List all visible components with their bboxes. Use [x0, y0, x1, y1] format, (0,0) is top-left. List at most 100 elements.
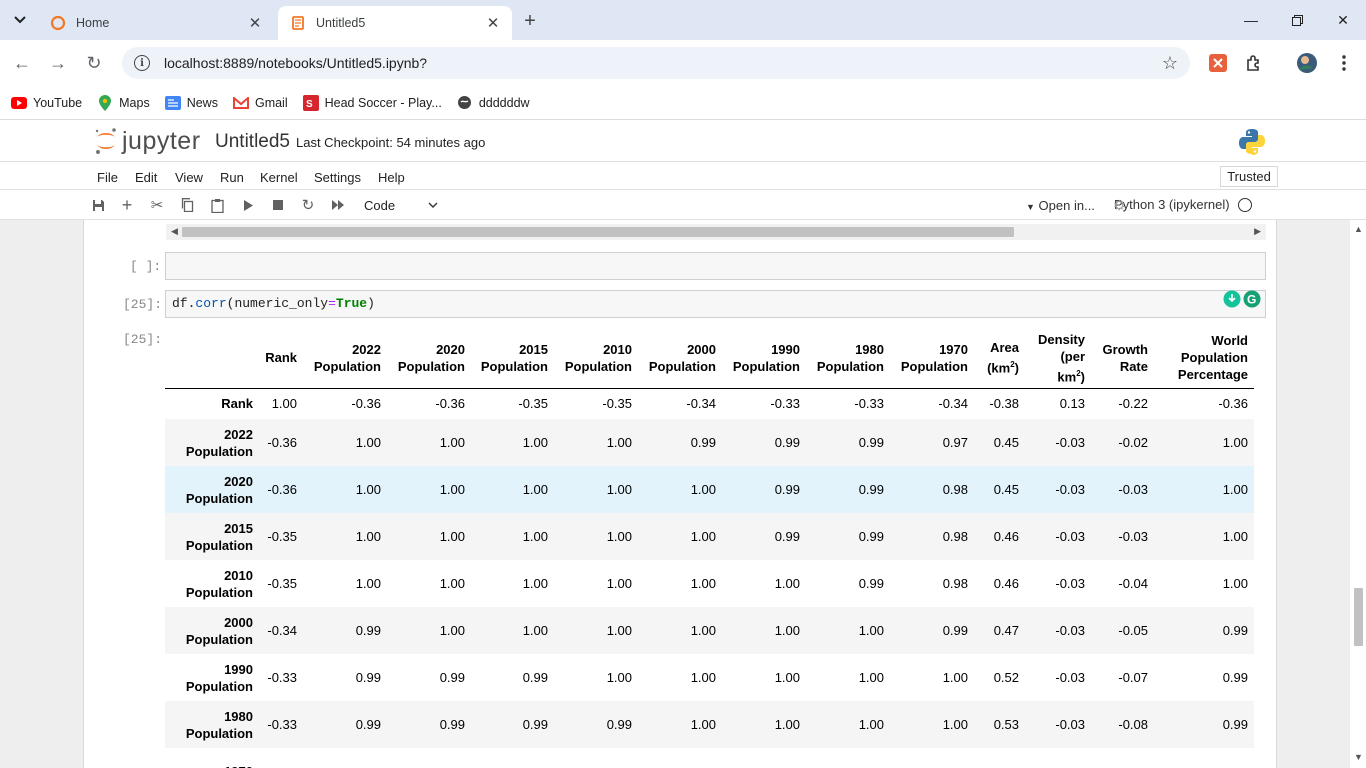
- table-cell: 0.45: [993, 482, 1019, 497]
- scrollbar-thumb[interactable]: [1354, 588, 1363, 646]
- browser-tab-strip: Home ✕ Untitled5 ✕ + — ✕: [0, 0, 1366, 40]
- table-cell: 0.99: [522, 717, 548, 732]
- close-tab-icon[interactable]: ✕: [246, 14, 264, 32]
- url-text[interactable]: localhost:8889/notebooks/Untitled5.ipynb…: [164, 55, 1162, 71]
- scroll-up-icon[interactable]: ▲: [1354, 224, 1363, 234]
- minimize-icon[interactable]: —: [1228, 0, 1274, 40]
- table-row: 2010 Population -0.35 1.00 1.00 1.00 1.00 1.00 1…: [165, 560, 1254, 607]
- profile-avatar[interactable]: [1296, 52, 1318, 74]
- column-header: World Population Percentage: [1154, 328, 1254, 389]
- trusted-indicator[interactable]: Trusted: [1220, 166, 1278, 187]
- column-header: 2015 Population: [471, 328, 554, 389]
- save-icon[interactable]: [88, 196, 108, 214]
- restore-icon[interactable]: [1274, 0, 1320, 40]
- page-vertical-scrollbar[interactable]: ▲ ▼: [1350, 220, 1366, 768]
- table-cell: -0.36: [267, 482, 297, 497]
- jupyter-header: jupyter Untitled5 Last Checkpoint: 54 mi…: [0, 120, 1366, 162]
- table-cell: -0.35: [602, 396, 632, 412]
- tab-home[interactable]: Home ✕: [38, 6, 274, 40]
- bookmark-news[interactable]: News: [164, 95, 218, 111]
- table-header-row: Rank 2022 Population 2020 Population 2015 P…: [165, 328, 1254, 389]
- browser-menu-icon[interactable]: [1333, 52, 1355, 74]
- row-index-label: 2010 Population: [185, 567, 253, 600]
- menu-help[interactable]: Help: [378, 170, 405, 185]
- restart-icon[interactable]: ↻: [298, 196, 318, 214]
- address-bar[interactable]: i localhost:8889/notebooks/Untitled5.ipy…: [122, 47, 1190, 79]
- bookmark-ddddddw[interactable]: ddddddw: [457, 95, 530, 111]
- menu-view[interactable]: View: [175, 170, 203, 185]
- tab-search-button[interactable]: [8, 8, 32, 32]
- site-info-icon[interactable]: i: [134, 55, 150, 71]
- bookmark-star-icon[interactable]: ☆: [1162, 53, 1178, 74]
- table-cell: 0.99: [355, 670, 381, 685]
- reload-icon[interactable]: ↻: [80, 50, 108, 76]
- copy-icon[interactable]: [177, 196, 197, 214]
- table-cell: [974, 748, 1025, 768]
- bookmark-head-soccer[interactable]: S Head Soccer - Play...: [302, 94, 442, 111]
- table-row: Rank 1.00 -0.36 -0.36 -0.35 -0.35 -0.34 -0.33 -0…: [165, 388, 1254, 419]
- table-cell: 0.99: [858, 529, 884, 544]
- input-prompt: [25]:: [123, 297, 163, 312]
- bookmark-label: News: [186, 95, 218, 110]
- fast-forward-icon[interactable]: [328, 196, 348, 214]
- add-cell-icon[interactable]: +: [117, 195, 137, 215]
- table-cell: -0.33: [770, 396, 800, 412]
- tab-untitled5[interactable]: Untitled5 ✕: [278, 6, 512, 40]
- back-icon[interactable]: ←: [8, 50, 36, 76]
- kernel-status[interactable]: Python 3 (ipykernel): [1114, 197, 1252, 212]
- scroll-down-icon[interactable]: ▼: [1354, 752, 1363, 762]
- extension-icon[interactable]: [1207, 52, 1229, 74]
- table-cell: [259, 748, 303, 768]
- table-cell: 0.99: [690, 435, 716, 450]
- maps-icon: [97, 94, 113, 111]
- menu-run[interactable]: Run: [220, 170, 244, 185]
- table-cell: 1.00: [606, 576, 632, 591]
- table-cell: 1.00: [690, 717, 716, 732]
- table-cell: [722, 748, 806, 768]
- table-cell: 1.00: [355, 576, 381, 591]
- menu-settings[interactable]: Settings: [314, 170, 361, 185]
- close-tab-icon[interactable]: ✕: [484, 14, 502, 32]
- settings-gear-icon[interactable]: ⚙: [1113, 197, 1126, 214]
- table-cell: -0.34: [686, 396, 716, 412]
- run-icon[interactable]: [238, 196, 258, 214]
- cell-type-select[interactable]: Code: [358, 194, 444, 216]
- table-cell: -0.05: [1118, 623, 1148, 638]
- forward-icon[interactable]: →: [44, 50, 72, 76]
- cut-icon[interactable]: ✂: [147, 196, 167, 214]
- notebook-toolbar: + ✂ ↻ Code ▼ Open in... Python 3 (ipyker…: [0, 191, 1366, 220]
- menu-kernel[interactable]: Kernel: [260, 170, 298, 185]
- close-window-icon[interactable]: ✕: [1320, 0, 1366, 40]
- table-cell: 1.00: [690, 576, 716, 591]
- open-in-button[interactable]: ▼ Open in...: [1026, 198, 1095, 213]
- table-cell: 1.00: [355, 482, 381, 497]
- scroll-right-icon[interactable]: ▶: [1254, 226, 1261, 237]
- table-cell: 1.00: [690, 529, 716, 544]
- paste-icon[interactable]: [207, 196, 227, 214]
- empty-code-cell[interactable]: [165, 252, 1266, 280]
- youtube-icon: [11, 95, 27, 111]
- scrollbar-thumb[interactable]: [182, 227, 1014, 237]
- menu-bar: File Edit View Run Kernel Settings Help: [0, 162, 1366, 190]
- menu-file[interactable]: File: [97, 170, 118, 185]
- grammarly-icon[interactable]: G: [1243, 290, 1261, 308]
- jupyter-logo[interactable]: jupyter: [94, 126, 201, 156]
- new-tab-button[interactable]: +: [518, 9, 542, 33]
- extensions-puzzle-icon[interactable]: [1243, 52, 1265, 74]
- lightbulb-icon[interactable]: [1223, 290, 1241, 308]
- bookmark-maps[interactable]: Maps: [97, 94, 150, 111]
- table-row: 2000 Population -0.34 0.99 1.00 1.00 1.00 1.00 1…: [165, 607, 1254, 654]
- notebook-title[interactable]: Untitled5: [215, 131, 290, 153]
- table-cell: 0.99: [858, 576, 884, 591]
- bookmark-youtube[interactable]: YouTube: [11, 95, 82, 111]
- table-cell: -0.22: [1118, 396, 1148, 412]
- code-text[interactable]: df.corr(numeric_only=True): [172, 296, 375, 311]
- column-header: 2000 Population: [638, 328, 722, 389]
- menu-edit[interactable]: Edit: [135, 170, 157, 185]
- table-cell: [1025, 748, 1091, 768]
- scroll-left-icon[interactable]: ◀: [171, 226, 178, 237]
- stop-icon[interactable]: [268, 196, 288, 214]
- output-horizontal-scrollbar[interactable]: ◀ ▶: [166, 224, 1266, 240]
- table-cell: -0.36: [435, 396, 465, 412]
- bookmark-gmail[interactable]: Gmail: [232, 95, 288, 111]
